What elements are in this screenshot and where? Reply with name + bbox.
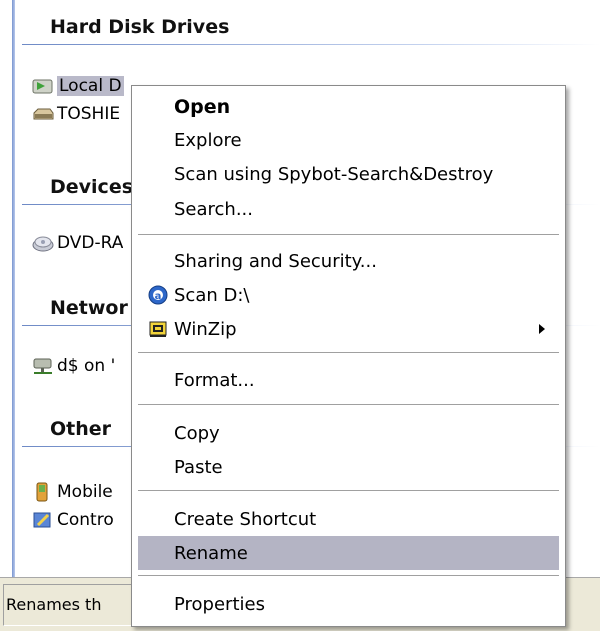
window-left-border [12, 0, 15, 577]
menu-item-properties[interactable]: Properties [138, 587, 559, 621]
item-control-panel[interactable]: Contro [32, 507, 114, 533]
menu-item-search[interactable]: Search... [138, 192, 559, 226]
menu-item-open[interactable]: Open [138, 90, 559, 124]
drive-toshiba[interactable]: TOSHIE [32, 101, 120, 127]
group-header-devices: Devices [50, 176, 134, 198]
menu-separator [138, 404, 559, 405]
dvd-drive-icon [32, 233, 54, 253]
menu-item-create-shortcut[interactable]: Create Shortcut [138, 502, 559, 536]
group-header-hard-disk-drives: Hard Disk Drives [50, 16, 230, 38]
control-panel-icon [32, 510, 54, 530]
local-disk-icon [32, 76, 54, 96]
menu-separator [138, 490, 559, 491]
winzip-icon [148, 319, 168, 339]
drive-network[interactable]: d$ on ' [32, 353, 115, 379]
antivirus-scan-icon: a [148, 285, 168, 305]
menu-item-label: Scan D:\ [174, 284, 250, 306]
menu-separator [138, 352, 559, 353]
hard-drive-icon [32, 104, 54, 124]
network-drive-icon [32, 356, 54, 376]
drive-label: DVD-RA [57, 233, 124, 253]
context-menu: Open Explore Scan using Spybot-Search&De… [131, 85, 566, 627]
group-header-network: Networ [50, 297, 128, 319]
group-divider [22, 44, 600, 45]
mobile-device-icon [32, 482, 54, 502]
menu-separator [138, 234, 559, 235]
menu-item-rename[interactable]: Rename [138, 536, 559, 570]
menu-item-scan-d[interactable]: a Scan D:\ [138, 278, 559, 312]
drive-label: TOSHIE [57, 104, 121, 124]
drive-dvd[interactable]: DVD-RA [32, 230, 123, 256]
menu-item-format[interactable]: Format... [138, 363, 559, 397]
svg-text:a: a [155, 291, 162, 302]
menu-item-copy[interactable]: Copy [138, 416, 559, 450]
menu-item-label: WinZip [174, 318, 237, 340]
drive-label: d$ on ' [57, 356, 116, 376]
submenu-arrow-icon [539, 324, 545, 334]
menu-item-explore[interactable]: Explore [138, 123, 559, 157]
menu-item-scan-spybot[interactable]: Scan using Spybot-Search&Destroy [138, 157, 559, 191]
menu-item-paste[interactable]: Paste [138, 450, 559, 484]
item-mobile[interactable]: Mobile [32, 479, 113, 505]
item-label: Mobile [57, 482, 113, 502]
drive-label: Local D [57, 76, 124, 96]
item-label: Contro [57, 510, 114, 530]
group-header-other: Other [50, 418, 112, 440]
menu-item-winzip[interactable]: WinZip [138, 312, 559, 346]
menu-separator [138, 575, 559, 576]
menu-item-sharing-security[interactable]: Sharing and Security... [138, 244, 559, 278]
drive-local-disk-d[interactable]: Local D [32, 73, 124, 99]
